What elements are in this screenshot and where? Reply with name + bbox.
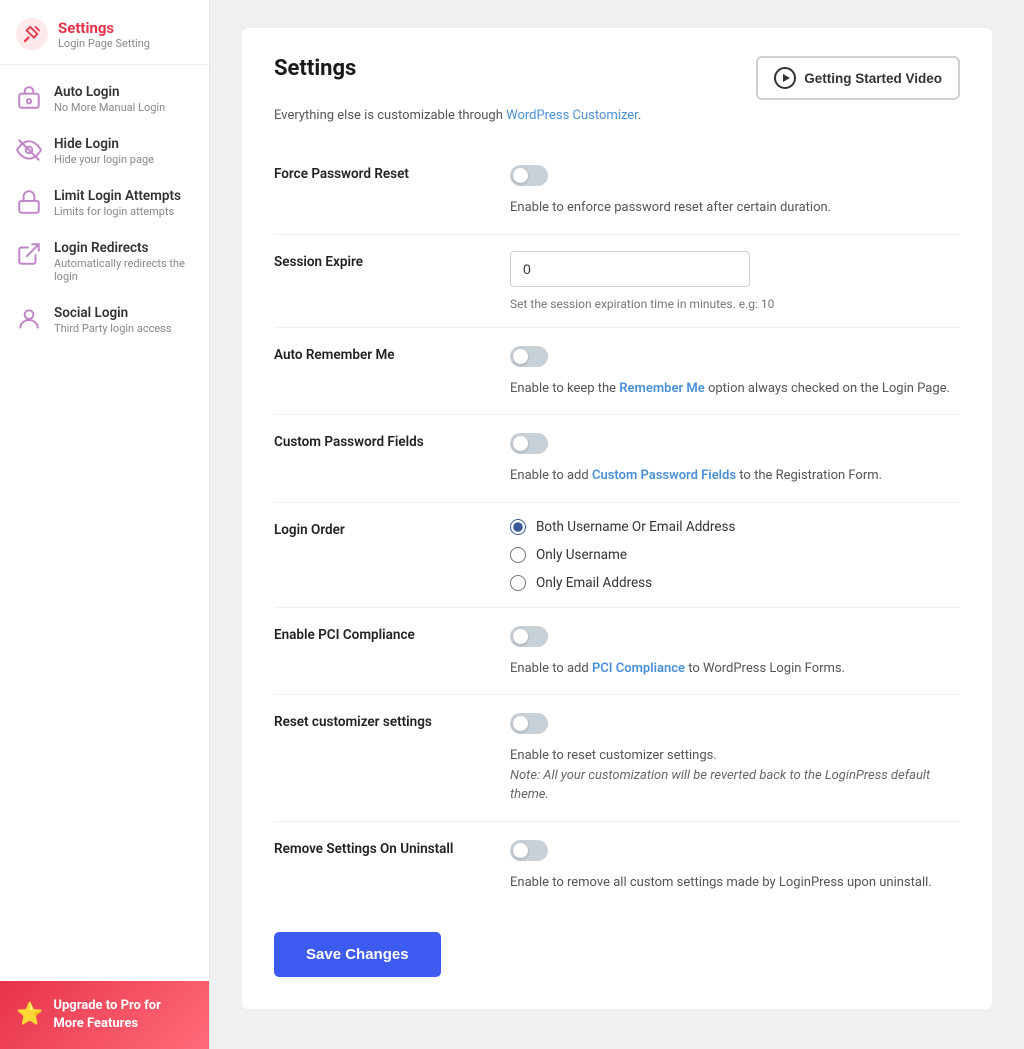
sidebar-item-social-login-label: Social Login bbox=[54, 305, 172, 321]
page-title: Settings bbox=[274, 56, 356, 81]
settings-wrench-icon bbox=[16, 18, 48, 50]
row-login-order: Login Order Both Username Or Email Addre… bbox=[274, 503, 960, 608]
sidebar-item-login-redirects[interactable]: Login Redirects Automatically redirects … bbox=[0, 229, 209, 294]
sidebar-header: Settings Login Page Setting bbox=[0, 0, 209, 65]
radio-username[interactable]: Only Username bbox=[510, 547, 960, 563]
remove-settings-slider bbox=[510, 840, 548, 861]
radio-username-label: Only Username bbox=[536, 547, 627, 563]
sidebar-item-limit-login-label: Limit Login Attempts bbox=[54, 188, 181, 204]
social-login-icon bbox=[16, 306, 42, 332]
remove-settings-desc: Enable to remove all custom settings mad… bbox=[510, 873, 932, 893]
upgrade-banner[interactable]: ⭐ Upgrade to Pro for More Features bbox=[0, 981, 209, 1049]
sidebar-item-limit-login[interactable]: Limit Login Attempts Limits for login at… bbox=[0, 177, 209, 229]
custom-password-desc: Enable to add Custom Password Fields to … bbox=[510, 466, 882, 486]
custom-password-fields-link[interactable]: Custom Password Fields bbox=[592, 468, 736, 483]
row-session-expire: Session Expire Set the session expiratio… bbox=[274, 235, 960, 328]
radio-username-input[interactable] bbox=[510, 547, 526, 563]
main-content: Settings Getting Started Video Everythin… bbox=[210, 0, 1024, 1049]
play-icon bbox=[774, 67, 796, 89]
remember-me-link[interactable]: Remember Me bbox=[619, 381, 704, 396]
pci-compliance-slider bbox=[510, 626, 548, 647]
radio-both[interactable]: Both Username Or Email Address bbox=[510, 519, 960, 535]
page-description: Everything else is customizable through … bbox=[274, 108, 960, 123]
row-pci-compliance: Enable PCI Compliance Enable to add PCI … bbox=[274, 608, 960, 696]
login-order-label: Login Order bbox=[274, 519, 494, 538]
auto-remember-desc: Enable to keep the Remember Me option al… bbox=[510, 379, 950, 399]
auto-remember-slider bbox=[510, 346, 548, 367]
auto-remember-label: Auto Remember Me bbox=[274, 344, 494, 363]
login-order-radio-group: Both Username Or Email Address Only User… bbox=[510, 519, 960, 591]
sidebar-item-social-login[interactable]: Social Login Third Party login access bbox=[0, 294, 209, 346]
upgrade-label: Upgrade to Pro for More Features bbox=[53, 997, 193, 1033]
getting-started-label: Getting Started Video bbox=[804, 71, 942, 86]
login-redirects-icon bbox=[16, 241, 42, 267]
page-desc-prefix: Everything else is customizable through bbox=[274, 108, 506, 123]
sidebar-item-auto-login-label: Auto Login bbox=[54, 84, 165, 100]
wordpress-customizer-link[interactable]: WordPress Customizer bbox=[506, 108, 638, 123]
page-header: Settings Getting Started Video bbox=[274, 56, 960, 100]
sidebar-title: Settings bbox=[58, 19, 150, 37]
sidebar-item-login-redirects-label: Login Redirects bbox=[54, 240, 193, 256]
session-expire-hint: Set the session expiration time in minut… bbox=[510, 297, 960, 311]
row-custom-password: Custom Password Fields Enable to add Cus… bbox=[274, 415, 960, 503]
auto-login-icon bbox=[16, 85, 42, 111]
sidebar-subtitle: Login Page Setting bbox=[58, 37, 150, 50]
pci-compliance-toggle[interactable] bbox=[510, 626, 548, 647]
remove-settings-toggle[interactable] bbox=[510, 840, 548, 861]
sidebar-item-hide-login-label: Hide Login bbox=[54, 136, 154, 152]
star-icon: ⭐ bbox=[16, 1002, 43, 1027]
row-auto-remember: Auto Remember Me Enable to keep the Reme… bbox=[274, 328, 960, 416]
save-changes-button[interactable]: Save Changes bbox=[274, 932, 441, 977]
pci-compliance-link[interactable]: PCI Compliance bbox=[592, 661, 685, 676]
hide-login-icon bbox=[16, 137, 42, 163]
limit-login-icon bbox=[16, 189, 42, 215]
reset-customizer-label: Reset customizer settings bbox=[274, 711, 494, 730]
pci-compliance-label: Enable PCI Compliance bbox=[274, 624, 494, 643]
custom-password-label: Custom Password Fields bbox=[274, 431, 494, 450]
sidebar-nav: Auto Login No More Manual Login Hide Log… bbox=[0, 65, 209, 977]
sidebar-item-social-login-sublabel: Third Party login access bbox=[54, 322, 172, 335]
force-password-toggle[interactable] bbox=[510, 165, 548, 186]
sidebar-item-auto-login-sublabel: No More Manual Login bbox=[54, 101, 165, 114]
pci-compliance-desc: Enable to add PCI Compliance to WordPres… bbox=[510, 659, 845, 679]
page-card: Settings Getting Started Video Everythin… bbox=[242, 28, 992, 1009]
row-force-password: Force Password Reset Enable to enforce p… bbox=[274, 147, 960, 235]
session-expire-label: Session Expire bbox=[274, 251, 494, 270]
getting-started-button[interactable]: Getting Started Video bbox=[756, 56, 960, 100]
sidebar-item-auto-login[interactable]: Auto Login No More Manual Login bbox=[0, 73, 209, 125]
sidebar-item-login-redirects-sublabel: Automatically redirects the login bbox=[54, 257, 193, 283]
page-desc-suffix: . bbox=[638, 108, 641, 123]
sidebar-item-hide-login[interactable]: Hide Login Hide your login page bbox=[0, 125, 209, 177]
row-remove-settings: Remove Settings On Uninstall Enable to r… bbox=[274, 822, 960, 909]
session-expire-input[interactable] bbox=[510, 251, 750, 287]
radio-both-label: Both Username Or Email Address bbox=[536, 519, 735, 535]
radio-email-input[interactable] bbox=[510, 575, 526, 591]
reset-customizer-slider bbox=[510, 713, 548, 734]
force-password-slider bbox=[510, 165, 548, 186]
custom-password-slider bbox=[510, 433, 548, 454]
radio-email[interactable]: Only Email Address bbox=[510, 575, 960, 591]
sidebar: Settings Login Page Setting Auto Login N… bbox=[0, 0, 210, 1049]
custom-password-toggle[interactable] bbox=[510, 433, 548, 454]
reset-customizer-toggle[interactable] bbox=[510, 713, 548, 734]
auto-remember-toggle[interactable] bbox=[510, 346, 548, 367]
radio-email-label: Only Email Address bbox=[536, 575, 652, 591]
reset-customizer-desc: Enable to reset customizer settings. Not… bbox=[510, 746, 960, 805]
radio-both-input[interactable] bbox=[510, 519, 526, 535]
force-password-desc: Enable to enforce password reset after c… bbox=[510, 198, 831, 218]
remove-settings-label: Remove Settings On Uninstall bbox=[274, 838, 494, 857]
sidebar-item-limit-login-sublabel: Limits for login attempts bbox=[54, 205, 181, 218]
force-password-label: Force Password Reset bbox=[274, 163, 494, 182]
sidebar-item-hide-login-sublabel: Hide your login page bbox=[54, 153, 154, 166]
